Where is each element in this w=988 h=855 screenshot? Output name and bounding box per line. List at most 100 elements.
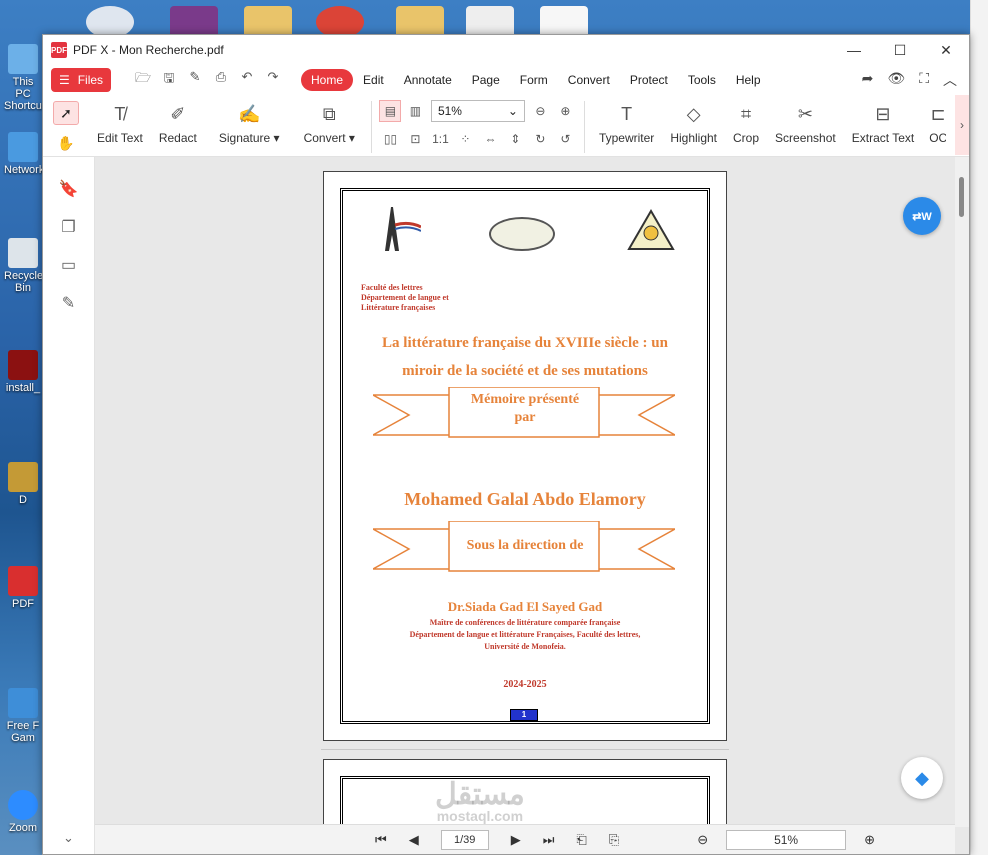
ocr-button[interactable]: ⊏ OC (922, 97, 946, 146)
save-icon[interactable]: 🖫 (159, 69, 179, 91)
attachments-icon[interactable]: ✎ (62, 293, 75, 313)
page-view-icon[interactable]: ⊡ (410, 132, 420, 146)
previous-view-icon[interactable]: ⎗ (576, 832, 586, 848)
desktop-icon-d[interactable]: D (4, 462, 42, 506)
edit-text-button[interactable]: T̸ Edit Text (89, 97, 151, 146)
status-zoom-in-icon[interactable]: ⊕ (864, 832, 875, 848)
desktop-icon-install[interactable]: install_ (4, 350, 42, 394)
highlight-button[interactable]: ◇ Highlight (662, 97, 725, 146)
menu-annotate[interactable]: Annotate (394, 73, 462, 87)
thesis-title: La littérature française du XVIIIe siècl… (363, 329, 687, 385)
menu-protect[interactable]: Protect (620, 73, 678, 87)
screenshot-label: Screenshot (775, 131, 836, 145)
document-viewer[interactable]: Faculté des lettres Département de langu… (95, 157, 969, 854)
banner-1-text: Mémoire présenté par (451, 391, 599, 427)
menu-bar: ☰ Files 🗁 🖫 ✎ ⎙ ↶ ↷ Home Edit Annotate P… (43, 65, 969, 95)
select-tool-icon[interactable]: ➚ (53, 101, 79, 125)
menu-edit[interactable]: Edit (353, 73, 394, 87)
ai-assistant-button[interactable]: ◆ (901, 757, 943, 799)
typewriter-icon: T (621, 103, 633, 124)
next-page-icon[interactable]: ▶ (511, 832, 521, 848)
desktop-icon-label: Free F (6, 720, 40, 732)
desktop-icon-network[interactable]: Network (4, 132, 44, 176)
menu-home[interactable]: Home (301, 69, 354, 91)
collapse-ribbon-icon[interactable]: ︿ (943, 70, 957, 90)
convert-button[interactable]: ⧉ Convert ▾ (294, 97, 365, 146)
redact-button[interactable]: ✐ Redact (151, 97, 205, 146)
title-bar: PDF PDF X - Mon Recherche.pdf — ☐ ✕ (43, 35, 969, 65)
recycle-bin-icon (8, 238, 38, 268)
fullscreen-icon[interactable]: ⛶ (919, 70, 929, 90)
desktop-icon-zoom[interactable]: Zoom (4, 790, 42, 834)
extract-text-button[interactable]: ⊟ Extract Text (844, 97, 922, 146)
save-as-icon[interactable]: ✎ (185, 69, 205, 91)
files-button[interactable]: ☰ Files (51, 68, 111, 92)
highlight-label: Highlight (670, 131, 718, 145)
last-page-icon[interactable]: ⏭ (543, 832, 555, 848)
ribbon-separator (583, 101, 585, 153)
zoom-out-icon[interactable]: ⊖ (535, 104, 545, 118)
main-menu: Home Edit Annotate Page Form Convert Pro… (301, 69, 771, 91)
close-button[interactable]: ✕ (923, 35, 969, 65)
faculty-text: Faculté des lettres Département de langu… (361, 283, 449, 313)
menu-help[interactable]: Help (726, 73, 771, 87)
zoom-in-icon[interactable]: ⊕ (560, 104, 570, 118)
rotate-left-icon[interactable]: ↺ (560, 132, 570, 146)
single-page-icon[interactable]: ▤ (379, 100, 402, 122)
comments-icon[interactable]: ▭ (61, 255, 76, 275)
share-icon[interactable]: ➦ (862, 70, 874, 90)
minimize-button[interactable]: — (831, 35, 877, 65)
page-number-input[interactable]: 1/39 (440, 829, 489, 850)
previous-page-icon[interactable]: ◀ (409, 832, 419, 848)
status-zoom-out-icon[interactable]: ⊖ (697, 832, 708, 848)
desktop-icon-pdf[interactable]: PDF (4, 566, 42, 610)
fit-width-icon[interactable]: ⇔ (484, 132, 496, 146)
fit-height-icon[interactable]: ⇕ (510, 132, 520, 146)
print-icon[interactable]: ⎙ (211, 69, 231, 91)
typewriter-button[interactable]: T Typewriter (591, 97, 662, 146)
desktop-icon-this-pc[interactable]: This PC Shortcut (4, 44, 45, 112)
open-folder-icon[interactable]: 🗁 (133, 69, 153, 91)
undo-icon[interactable]: ↶ (237, 69, 257, 91)
menu-convert[interactable]: Convert (558, 73, 620, 87)
read-mode-icon[interactable]: 👁 (887, 70, 905, 90)
hand-tool-icon[interactable]: ✋ (53, 131, 79, 155)
fit-page-icon[interactable]: ⁘ (460, 132, 470, 146)
desktop-icon-label: PDF (12, 598, 34, 610)
vertical-scrollbar[interactable] (955, 157, 969, 827)
convert-to-word-button[interactable]: ⇄W (903, 197, 941, 235)
redo-icon[interactable]: ↷ (263, 69, 283, 91)
bookmark-icon[interactable]: 🔖 (59, 179, 79, 199)
two-page-icon[interactable]: ▯▯ (384, 132, 397, 146)
desktop-icon-free-games[interactable]: Free F Gam (4, 688, 42, 744)
scrollbar-thumb[interactable] (959, 177, 964, 217)
menu-page[interactable]: Page (462, 73, 510, 87)
continuous-page-icon[interactable]: ▥ (410, 104, 421, 118)
desktop-icon-recycle-bin[interactable]: Recycle Bin (4, 238, 43, 294)
crop-button[interactable]: ⌗ Crop (725, 97, 767, 146)
signature-button[interactable]: ✍ Signature ▾ (205, 97, 294, 146)
status-zoom-input[interactable]: 51% (726, 829, 847, 850)
university-seal-logo (489, 217, 555, 251)
ribbon-separator (370, 101, 372, 153)
screenshot-button[interactable]: ✂ Screenshot (767, 97, 844, 146)
first-page-icon[interactable]: ⏮ (375, 832, 387, 848)
files-label: Files (77, 73, 104, 87)
pdf-x-logo-icon: PDF (51, 42, 67, 58)
app-window: PDF PDF X - Mon Recherche.pdf — ☐ ✕ ☰ Fi… (42, 34, 970, 855)
next-view-icon[interactable]: ⎘ (609, 832, 619, 848)
hamburger-icon: ☰ (58, 73, 70, 87)
maximize-button[interactable]: ☐ (877, 35, 923, 65)
zoom-select[interactable]: 51% ⌄ (430, 100, 525, 122)
menu-tools[interactable]: Tools (678, 73, 726, 87)
thumbnails-icon[interactable]: ❐ (61, 217, 75, 237)
signature-icon: ✍ (238, 103, 261, 124)
chevron-down-icon[interactable]: ⌄ (63, 830, 74, 846)
status-bar: ⏮ ◀ 1/39 ▶ ⏭ ⎗ ⎘ ⊖ 51% ⊕ (95, 824, 955, 854)
ribbon-scroll-right-icon[interactable]: › (955, 95, 969, 155)
actual-size-icon[interactable]: 1:1 (432, 132, 449, 146)
menu-form[interactable]: Form (510, 73, 558, 87)
crop-label: Crop (733, 131, 760, 145)
signature-label: Signature ▾ (218, 131, 280, 145)
rotate-right-icon[interactable]: ↻ (535, 132, 545, 146)
